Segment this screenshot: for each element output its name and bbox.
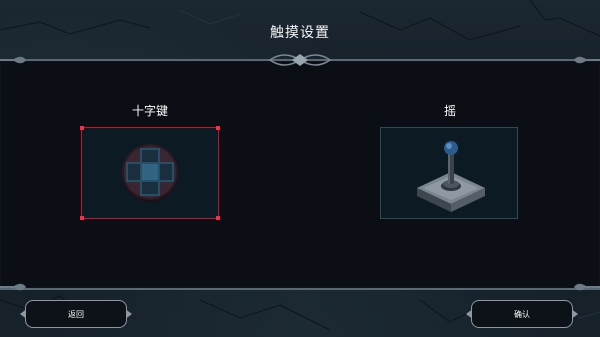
joystick-option-card[interactable] <box>380 127 518 219</box>
confirm-button[interactable]: 确认 <box>471 300 573 328</box>
left-bottom-ornament-icon <box>0 283 26 291</box>
top-ornament-icon <box>268 54 332 66</box>
dpad-icon <box>122 144 178 202</box>
back-button[interactable]: 返回 <box>25 300 127 328</box>
right-bottom-ornament-icon <box>574 283 600 291</box>
selection-corner <box>80 216 84 220</box>
dpad-option-label: 十字键 <box>131 104 168 118</box>
joystick-icon <box>417 141 485 212</box>
page-title: 触摸设置 <box>270 25 330 41</box>
selection-corner <box>216 126 220 130</box>
joystick-option-label: 摇 <box>443 104 456 118</box>
left-top-ornament-icon <box>0 56 26 64</box>
selection-corner <box>216 216 220 220</box>
dpad-option-card[interactable] <box>80 126 220 220</box>
right-top-ornament-icon <box>574 56 600 64</box>
selection-corner <box>80 126 84 130</box>
